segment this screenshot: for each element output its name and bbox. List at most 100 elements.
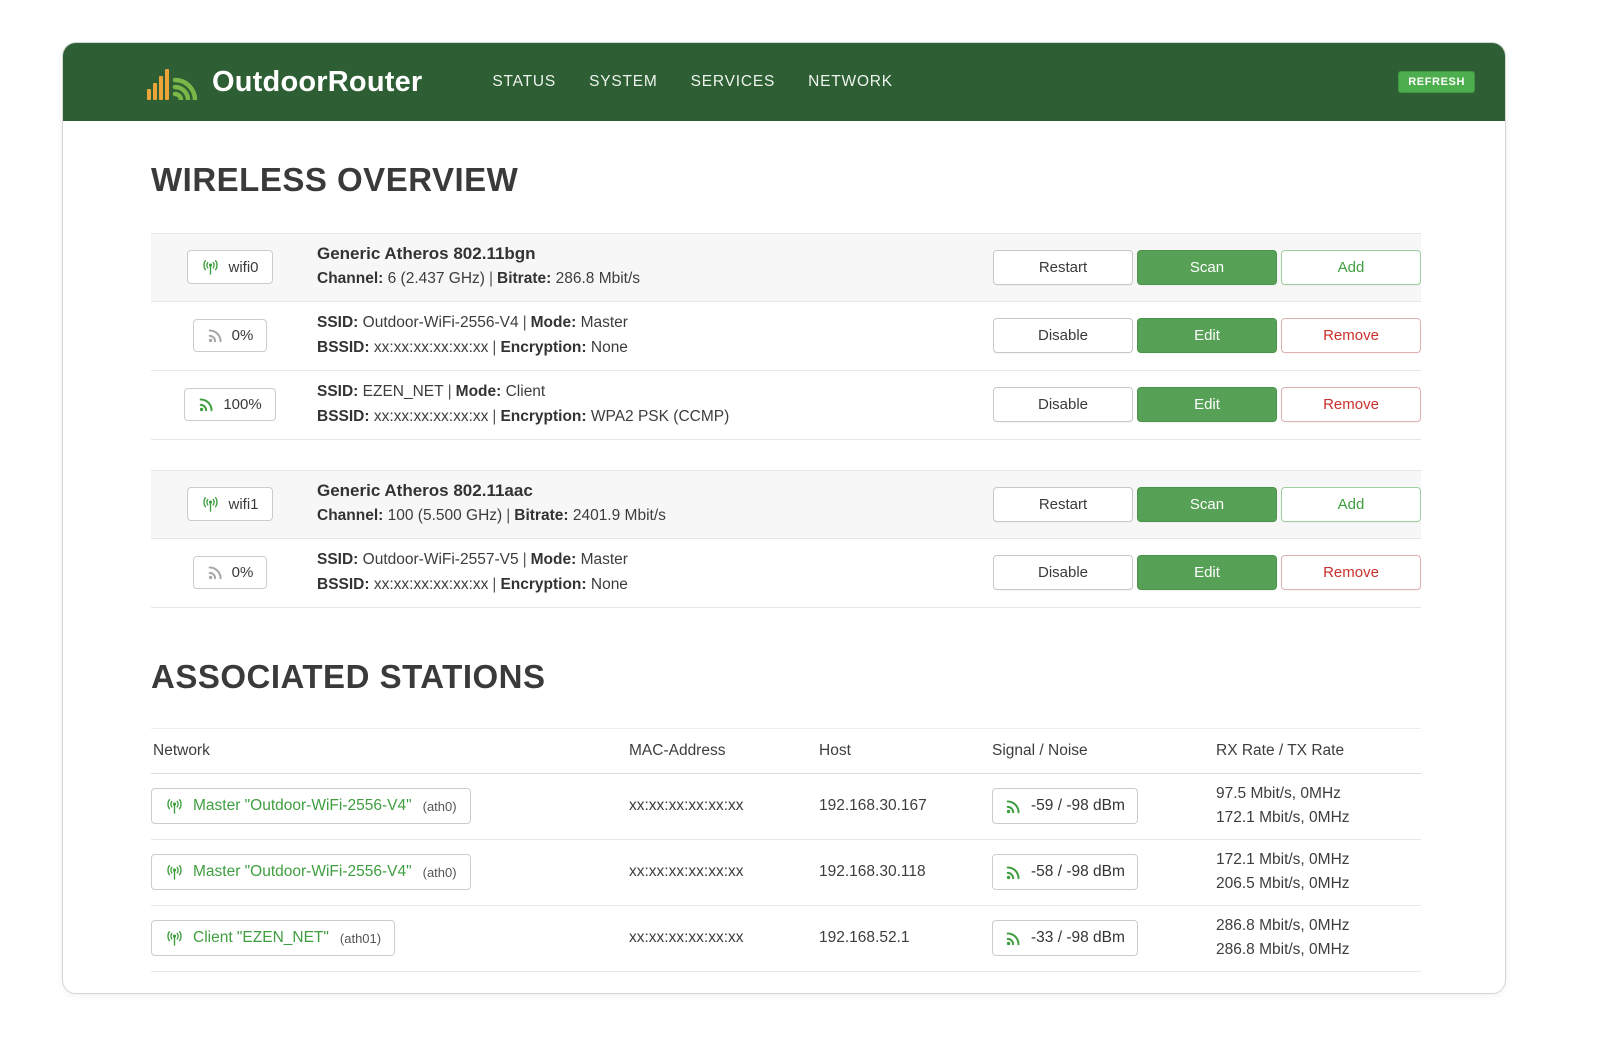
nav-item-system[interactable]: SYSTEM xyxy=(589,73,658,91)
station-interface: (ath01) xyxy=(340,931,381,946)
network-bssid-line: BSSID: xx:xx:xx:xx:xx:xx|Encryption: Non… xyxy=(317,573,989,598)
disable-button[interactable]: Disable xyxy=(993,555,1133,590)
station-network-name: Master "Outdoor-WiFi-2556-V4" xyxy=(193,863,412,881)
station-rx-rate: 97.5 Mbit/s, 0MHz xyxy=(1216,782,1421,807)
station-network-badge: Client "EZEN_NET" (ath01) xyxy=(151,920,395,956)
station-rates: 286.8 Mbit/s, 0MHz 286.8 Mbit/s, 0MHz xyxy=(1216,914,1421,964)
nav-item-services[interactable]: SERVICES xyxy=(691,73,776,91)
station-interface: (ath0) xyxy=(423,865,457,880)
signal-strength-label: 100% xyxy=(223,396,261,413)
network-ssid-line: SSID: Outdoor-WiFi-2557-V5|Mode: Master xyxy=(317,548,989,573)
station-signal-badge: -58 / -98 dBm xyxy=(992,854,1138,890)
station-network-badge: Master "Outdoor-WiFi-2556-V4" (ath0) xyxy=(151,854,471,890)
signal-strength-label: 0% xyxy=(232,327,254,344)
brand-name: OutdoorRouter xyxy=(212,66,422,99)
station-mac: xx:xx:xx:xx:xx:xx xyxy=(629,863,819,881)
station-host: 192.168.52.1 xyxy=(819,929,992,947)
edit-button[interactable]: Edit xyxy=(1137,387,1277,422)
remove-button[interactable]: Remove xyxy=(1281,318,1421,353)
station-mac: xx:xx:xx:xx:xx:xx xyxy=(629,929,819,947)
signal-strength-badge: 100% xyxy=(184,388,275,421)
wireless-overview-title: WIRELESS OVERVIEW xyxy=(151,161,1421,199)
nav-item-status[interactable]: STATUS xyxy=(492,73,556,91)
associated-stations-title: ASSOCIATED STATIONS xyxy=(151,658,1421,696)
antenna-icon xyxy=(165,863,184,881)
main-nav: STATUS SYSTEM SERVICES NETWORK xyxy=(492,73,893,91)
station-mac: xx:xx:xx:xx:xx:xx xyxy=(629,797,819,815)
radio-badge-label: wifi1 xyxy=(228,496,258,513)
station-signal-value: -59 / -98 dBm xyxy=(1031,797,1125,815)
restart-button[interactable]: Restart xyxy=(993,250,1133,285)
station-interface: (ath0) xyxy=(423,799,457,814)
station-host: 192.168.30.118 xyxy=(819,863,992,881)
station-row: Master "Outdoor-WiFi-2556-V4" (ath0) xx:… xyxy=(151,774,1421,840)
radio-name: Generic Atheros 802.11bgn xyxy=(317,244,989,264)
add-button[interactable]: Add xyxy=(1281,487,1421,522)
wifi-signal-icon xyxy=(207,564,224,581)
station-network-badge: Master "Outdoor-WiFi-2556-V4" (ath0) xyxy=(151,788,471,824)
signal-strength-badge: 0% xyxy=(193,556,268,589)
signal-strength-badge: 0% xyxy=(193,319,268,352)
radio-name: Generic Atheros 802.11aac xyxy=(317,481,989,501)
station-network-name: Client "EZEN_NET" xyxy=(193,929,329,947)
antenna-icon xyxy=(201,495,220,513)
scan-button[interactable]: Scan xyxy=(1137,250,1277,285)
disable-button[interactable]: Disable xyxy=(993,387,1133,422)
station-tx-rate: 172.1 Mbit/s, 0MHz xyxy=(1216,806,1421,831)
column-header-rates: RX Rate / TX Rate xyxy=(1216,742,1421,760)
station-signal-value: -58 / -98 dBm xyxy=(1031,863,1125,881)
radio-badge-label: wifi0 xyxy=(228,259,258,276)
station-tx-rate: 206.5 Mbit/s, 0MHz xyxy=(1216,872,1421,897)
station-row: Master "Outdoor-WiFi-2556-V4" (ath0) xx:… xyxy=(151,840,1421,906)
station-rates: 97.5 Mbit/s, 0MHz 172.1 Mbit/s, 0MHz xyxy=(1216,782,1421,832)
network-row: 0% SSID: Outdoor-WiFi-2556-V4|Mode: Mast… xyxy=(151,302,1421,371)
remove-button[interactable]: Remove xyxy=(1281,555,1421,590)
disable-button[interactable]: Disable xyxy=(993,318,1133,353)
radio-badge: wifi1 xyxy=(187,487,272,521)
column-header-mac: MAC-Address xyxy=(629,742,819,760)
station-host: 192.168.30.167 xyxy=(819,797,992,815)
edit-button[interactable]: Edit xyxy=(1137,318,1277,353)
column-header-signal: Signal / Noise xyxy=(992,742,1216,760)
remove-button[interactable]: Remove xyxy=(1281,387,1421,422)
radio-meta: Channel: 6 (2.437 GHz)|Bitrate: 286.8 Mb… xyxy=(317,267,989,292)
station-rates: 172.1 Mbit/s, 0MHz 206.5 Mbit/s, 0MHz xyxy=(1216,848,1421,898)
network-ssid-line: SSID: Outdoor-WiFi-2556-V4|Mode: Master xyxy=(317,311,989,336)
station-rx-rate: 286.8 Mbit/s, 0MHz xyxy=(1216,914,1421,939)
top-navbar: OutdoorRouter STATUS SYSTEM SERVICES NET… xyxy=(63,43,1505,121)
antenna-icon xyxy=(165,797,184,815)
antenna-icon xyxy=(201,258,220,276)
wifi-signal-icon xyxy=(198,396,215,413)
radio-row: wifi0 Generic Atheros 802.11bgn Channel:… xyxy=(151,234,1421,302)
radio-meta: Channel: 100 (5.500 GHz)|Bitrate: 2401.9… xyxy=(317,504,989,529)
main-content: WIRELESS OVERVIEW xyxy=(63,121,1505,972)
stations-table-header: Network MAC-Address Host Signal / Noise … xyxy=(151,728,1421,774)
station-signal-value: -33 / -98 dBm xyxy=(1031,929,1125,947)
router-admin-card: OutdoorRouter STATUS SYSTEM SERVICES NET… xyxy=(62,42,1506,994)
edit-button[interactable]: Edit xyxy=(1137,555,1277,590)
radio-section-wifi1: wifi1 Generic Atheros 802.11aac Channel:… xyxy=(151,470,1421,608)
wifi-signal-icon xyxy=(1005,864,1022,881)
restart-button[interactable]: Restart xyxy=(993,487,1133,522)
brand-logo: OutdoorRouter xyxy=(147,64,422,100)
nav-item-network[interactable]: NETWORK xyxy=(808,73,893,91)
signal-bars-icon xyxy=(147,64,201,100)
network-row: 0% SSID: Outdoor-WiFi-2557-V5|Mode: Mast… xyxy=(151,539,1421,608)
scan-button[interactable]: Scan xyxy=(1137,487,1277,522)
station-signal-badge: -33 / -98 dBm xyxy=(992,920,1138,956)
network-bssid-line: BSSID: xx:xx:xx:xx:xx:xx|Encryption: WPA… xyxy=(317,405,989,430)
add-button[interactable]: Add xyxy=(1281,250,1421,285)
radio-section-wifi0: wifi0 Generic Atheros 802.11bgn Channel:… xyxy=(151,233,1421,440)
stations-table: Network MAC-Address Host Signal / Noise … xyxy=(151,728,1421,972)
network-row: 100% SSID: EZEN_NET|Mode: Client BSSID: … xyxy=(151,371,1421,440)
network-ssid-line: SSID: EZEN_NET|Mode: Client xyxy=(317,380,989,405)
refresh-button[interactable]: REFRESH xyxy=(1398,71,1475,93)
wifi-signal-icon xyxy=(207,327,224,344)
radio-badge: wifi0 xyxy=(187,250,272,284)
station-row: Client "EZEN_NET" (ath01) xx:xx:xx:xx:xx… xyxy=(151,906,1421,972)
wifi-signal-icon xyxy=(1005,798,1022,815)
antenna-icon xyxy=(165,929,184,947)
station-network-name: Master "Outdoor-WiFi-2556-V4" xyxy=(193,797,412,815)
column-header-host: Host xyxy=(819,742,992,760)
station-signal-badge: -59 / -98 dBm xyxy=(992,788,1138,824)
